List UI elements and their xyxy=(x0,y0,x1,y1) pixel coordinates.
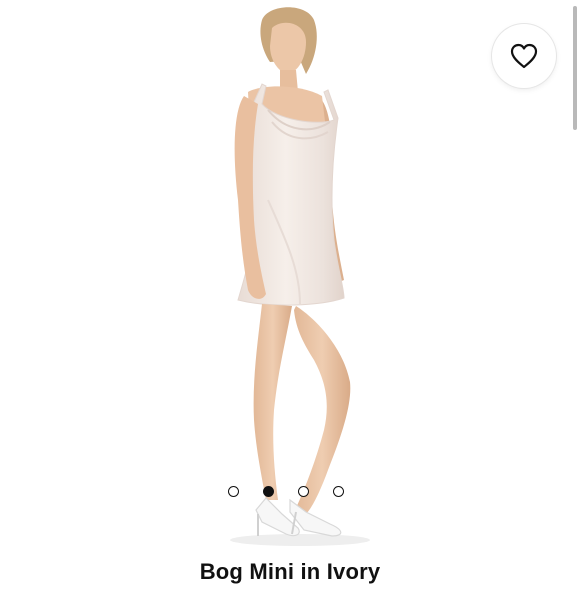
favorite-button[interactable] xyxy=(492,24,556,88)
scrollbar-thumb[interactable] xyxy=(573,6,577,130)
heart-outline-icon xyxy=(510,43,538,69)
carousel-dot[interactable] xyxy=(298,485,309,497)
front-leg xyxy=(253,304,292,500)
scrollbar[interactable] xyxy=(571,0,580,580)
carousel-pagination xyxy=(228,484,344,498)
floor-shadow xyxy=(230,534,370,546)
carousel-dot[interactable] xyxy=(228,485,239,497)
product-page: Bog Mini in Ivory xyxy=(0,0,580,584)
carousel-dot-active[interactable] xyxy=(263,485,274,497)
product-photo[interactable] xyxy=(0,0,570,560)
back-leg xyxy=(294,306,351,514)
model-illustration xyxy=(230,7,370,546)
face xyxy=(270,22,306,75)
carousel-dot[interactable] xyxy=(333,485,344,497)
product-title: Bog Mini in Ivory xyxy=(199,559,381,584)
